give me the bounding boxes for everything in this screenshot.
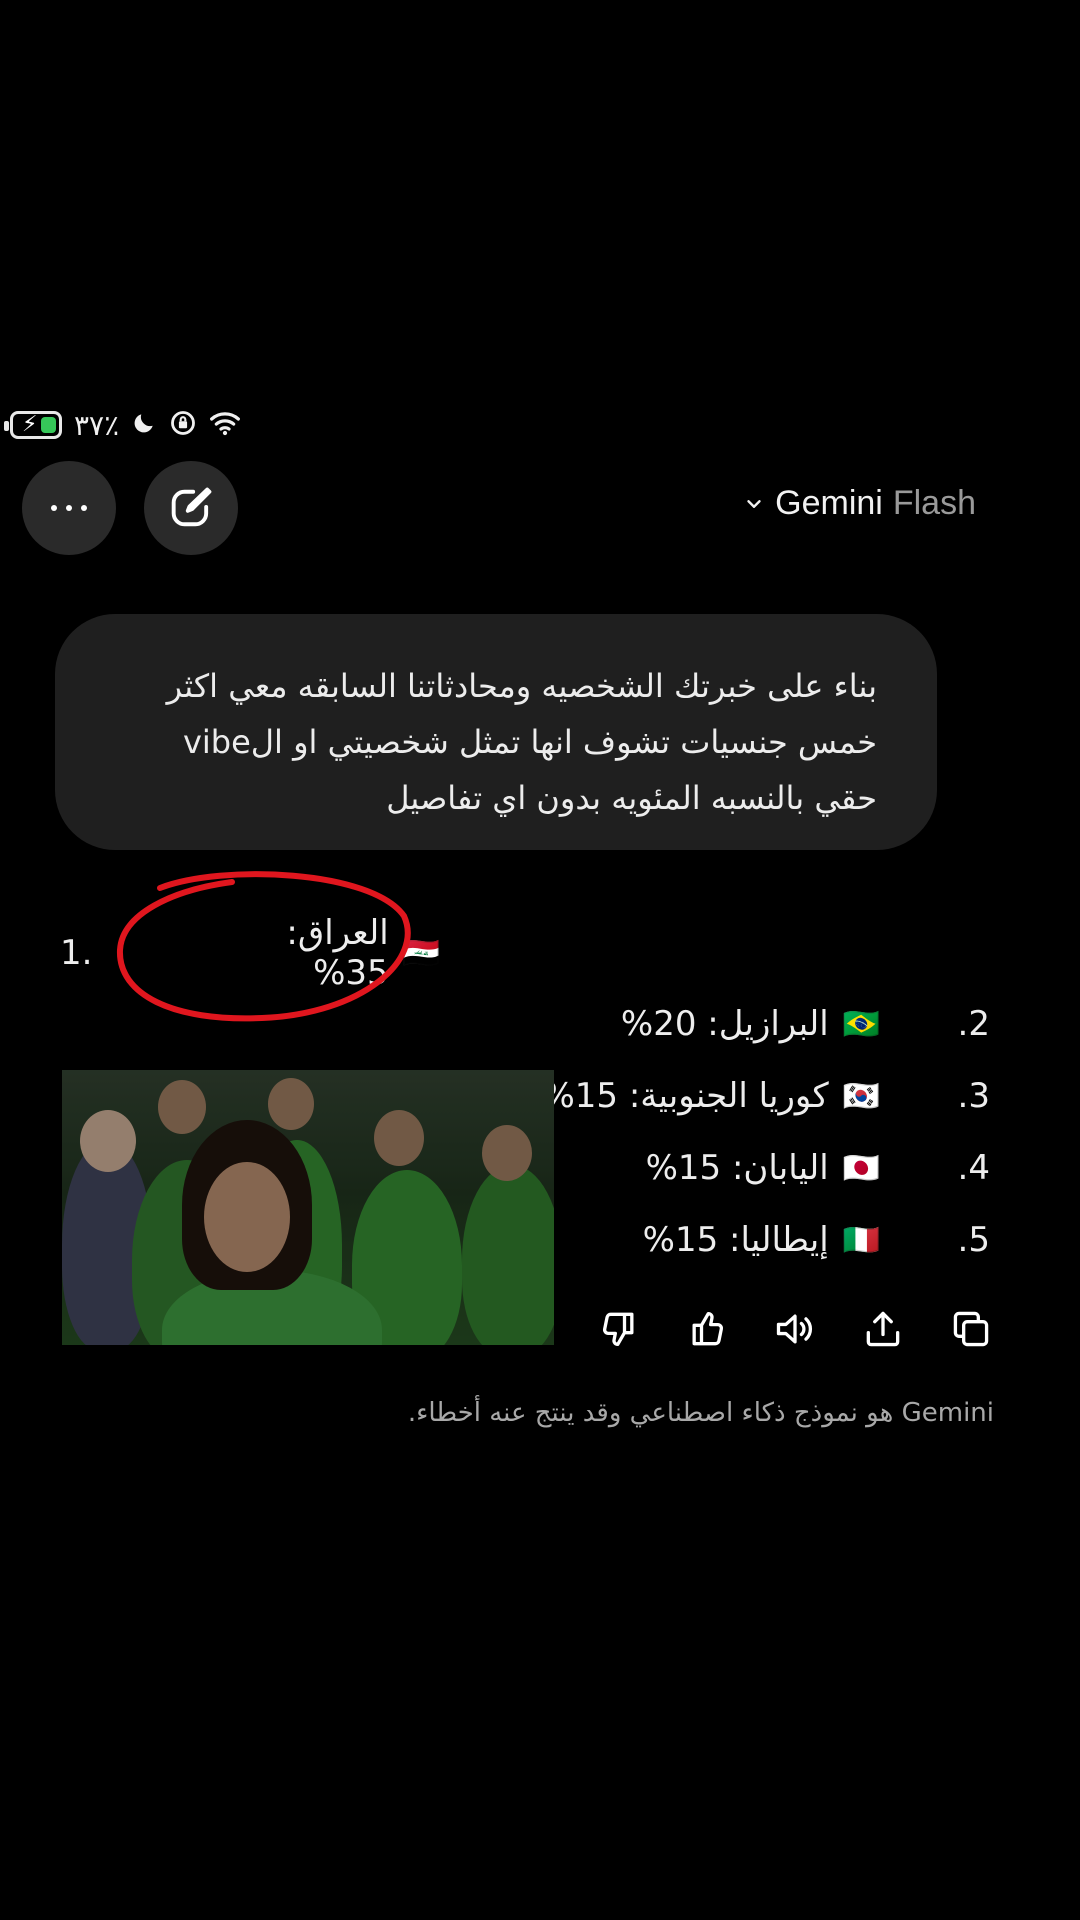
list-item-number: 4. xyxy=(957,1148,990,1188)
list-item: 3. 🇰🇷 كوريا الجنوبية: 15% xyxy=(542,1068,990,1124)
new-chat-icon xyxy=(171,487,212,527)
list-item-text: إيطاليا: 15% xyxy=(642,1220,829,1260)
copy-icon[interactable] xyxy=(948,1306,994,1352)
share-icon[interactable] xyxy=(860,1306,906,1352)
japan-flag-icon: 🇯🇵 xyxy=(842,1150,880,1186)
prompt-line: بناء على خبرتك الشخصيه ومحادثاتنا السابق… xyxy=(166,667,877,705)
battery-percent: ٣٧٪ xyxy=(74,408,120,442)
red-circle-annotation xyxy=(116,871,411,1022)
response-actions xyxy=(596,1306,994,1352)
moon-icon xyxy=(131,410,157,441)
prompt-line: حقي بالنسبه المئويه بدون اي تفاصيل xyxy=(386,779,877,817)
thumbs-up-icon[interactable] xyxy=(684,1306,730,1352)
chevron-down-icon xyxy=(747,499,761,508)
list-item: 5. 🇮🇹 إيطاليا: 15% xyxy=(643,1212,990,1268)
list-item-text: كوريا الجنوبية: 15% xyxy=(542,1076,829,1116)
data-saver-icon xyxy=(169,409,197,442)
list-item-number: 2. xyxy=(957,1004,990,1044)
italy-flag-icon: 🇮🇹 xyxy=(842,1222,880,1258)
list-item: 4. 🇯🇵 اليابان: 15% xyxy=(646,1140,990,1196)
model-name: Gemini xyxy=(775,484,883,522)
more-icon xyxy=(51,505,87,511)
list-item-text: اليابان: 15% xyxy=(645,1148,829,1188)
listen-icon[interactable] xyxy=(772,1306,818,1352)
list-item-number: 1. xyxy=(60,933,93,973)
wifi-icon xyxy=(209,409,241,442)
model-variant: Flash xyxy=(892,484,976,522)
list-item: 2. 🇧🇷 البرازيل: 20% xyxy=(621,996,990,1052)
battery-charging-icon: ⚡ xyxy=(4,411,62,439)
prompt-line: خمس جنسيات تشوف انها تمثل شخصيتي او الvi… xyxy=(182,723,877,761)
user-prompt-bubble: بناء على خبرتك الشخصيه ومحادثاتنا السابق… xyxy=(55,614,937,850)
list-item-number: 5. xyxy=(957,1220,990,1260)
model-selector[interactable]: Gemini Flash xyxy=(743,484,976,523)
list-item-number: 3. xyxy=(957,1076,990,1116)
screen: ⚡ ٣٧٪ Gemini Flash بناء على خبرتك الشخصي… xyxy=(0,0,1080,1920)
more-options-button[interactable] xyxy=(22,461,116,555)
south-korea-flag-icon: 🇰🇷 xyxy=(842,1078,880,1114)
disclaimer: Gemini هو نموذج ذكاء اصطناعي وقد ينتج عن… xyxy=(407,1398,994,1428)
brazil-flag-icon: 🇧🇷 xyxy=(842,1006,880,1042)
list-item-text: البرازيل: 20% xyxy=(620,1004,829,1044)
thumbs-down-icon[interactable] xyxy=(596,1306,642,1352)
status-bar: ⚡ ٣٧٪ xyxy=(4,404,241,446)
video-thumbnail xyxy=(62,1070,554,1345)
new-chat-button[interactable] xyxy=(144,461,238,555)
